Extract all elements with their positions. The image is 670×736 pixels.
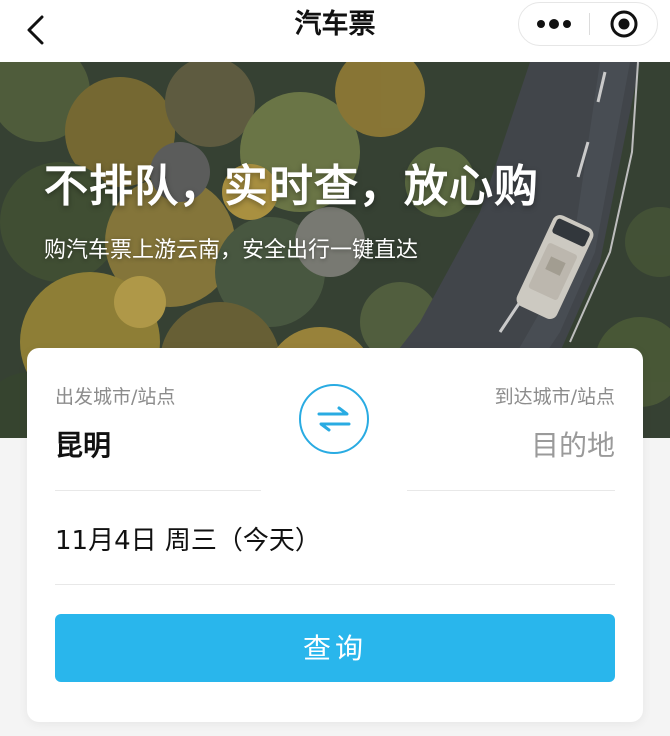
arrival-placeholder: 目的地 bbox=[530, 429, 615, 462]
departure-date: 11月4日 周三（今天） bbox=[55, 526, 321, 556]
swap-arrows-icon bbox=[317, 406, 351, 432]
departure-city: 昆明 bbox=[55, 429, 112, 462]
more-dots-icon bbox=[537, 19, 571, 29]
ticket-search-card: 出发城市/站点 昆明 到达城市/站点 目的地 11月4日 周三（今天） 查询 bbox=[27, 348, 643, 722]
departure-label: 出发城市/站点 bbox=[55, 386, 176, 408]
target-close-icon bbox=[610, 10, 638, 38]
swap-cities-button[interactable] bbox=[299, 384, 369, 454]
query-button[interactable]: 查询 bbox=[55, 614, 615, 682]
date-selector[interactable]: 11月4日 周三（今天） bbox=[55, 512, 615, 572]
departure-divider bbox=[55, 490, 261, 491]
top-navigation-bar: 汽车票 bbox=[0, 0, 670, 62]
departure-selector[interactable]: 出发城市/站点 昆明 bbox=[55, 370, 265, 490]
more-button[interactable] bbox=[519, 3, 589, 45]
hero-subtitle: 购汽车票上游云南，安全出行一键直达 bbox=[44, 238, 419, 263]
close-button[interactable] bbox=[590, 3, 658, 45]
arrival-label: 到达城市/站点 bbox=[494, 386, 615, 408]
arrival-divider bbox=[407, 490, 615, 491]
arrival-selector[interactable]: 到达城市/站点 目的地 bbox=[405, 370, 615, 490]
mini-program-capsule bbox=[518, 2, 658, 46]
hero-headline: 不排队，实时查，放心购 bbox=[44, 161, 539, 212]
date-divider bbox=[55, 584, 615, 585]
